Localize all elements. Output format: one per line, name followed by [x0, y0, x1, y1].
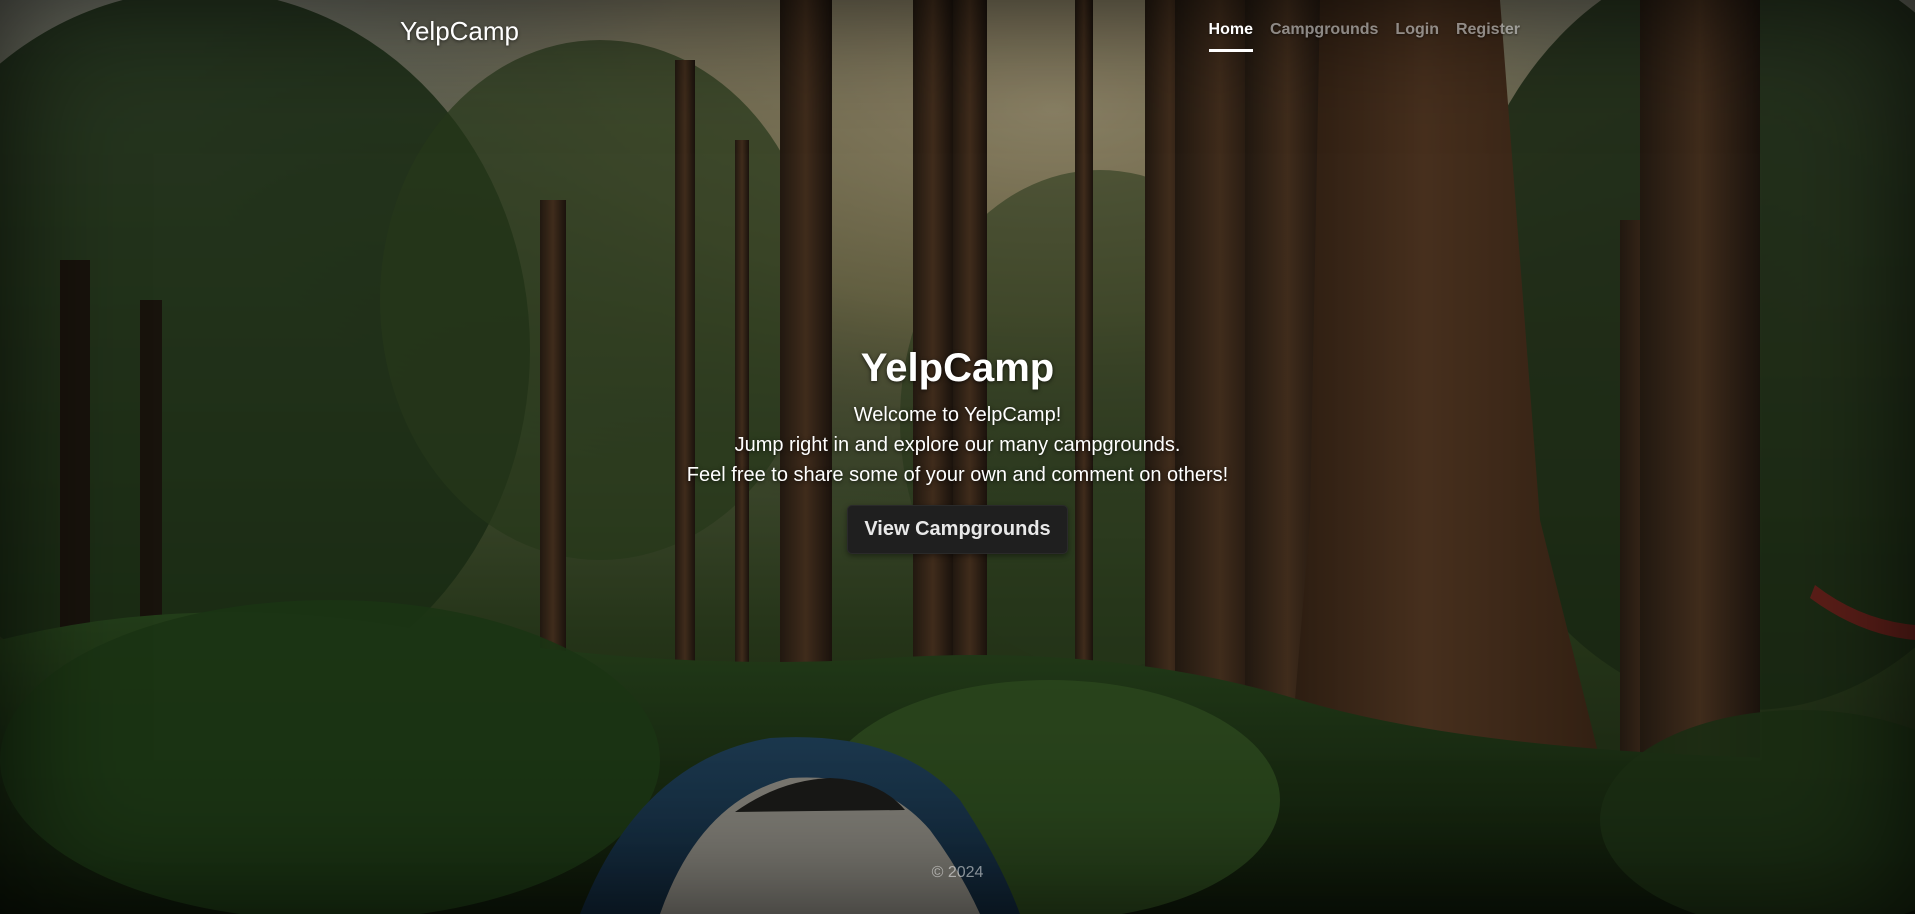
nav-campgrounds-link[interactable]: Campgrounds: [1270, 13, 1378, 52]
hero-section: YelpCamp Welcome to YelpCamp! Jump right…: [0, 346, 1915, 554]
site-footer: © 2024: [0, 864, 1915, 882]
copyright-text: © 2024: [931, 864, 984, 881]
landing-page: YelpCamp Home Campgrounds Login Register…: [0, 0, 1915, 914]
nav-home-link[interactable]: Home: [1208, 13, 1253, 52]
hero-welcome-text: Welcome to YelpCamp!: [853, 404, 1062, 426]
hero-title: YelpCamp: [860, 346, 1055, 390]
hero-explore-text: Jump right in and explore our many campg…: [734, 434, 1181, 456]
site-header: YelpCamp Home Campgrounds Login Register: [400, 0, 1520, 64]
brand-logo-link[interactable]: YelpCamp: [400, 16, 519, 47]
view-campgrounds-button[interactable]: View Campgrounds: [847, 505, 1068, 554]
main-nav: Home Campgrounds Login Register: [1208, 13, 1520, 52]
nav-register-link[interactable]: Register: [1456, 13, 1520, 52]
hero-share-text: Feel free to share some of your own and …: [686, 464, 1229, 486]
nav-login-link[interactable]: Login: [1395, 13, 1439, 52]
